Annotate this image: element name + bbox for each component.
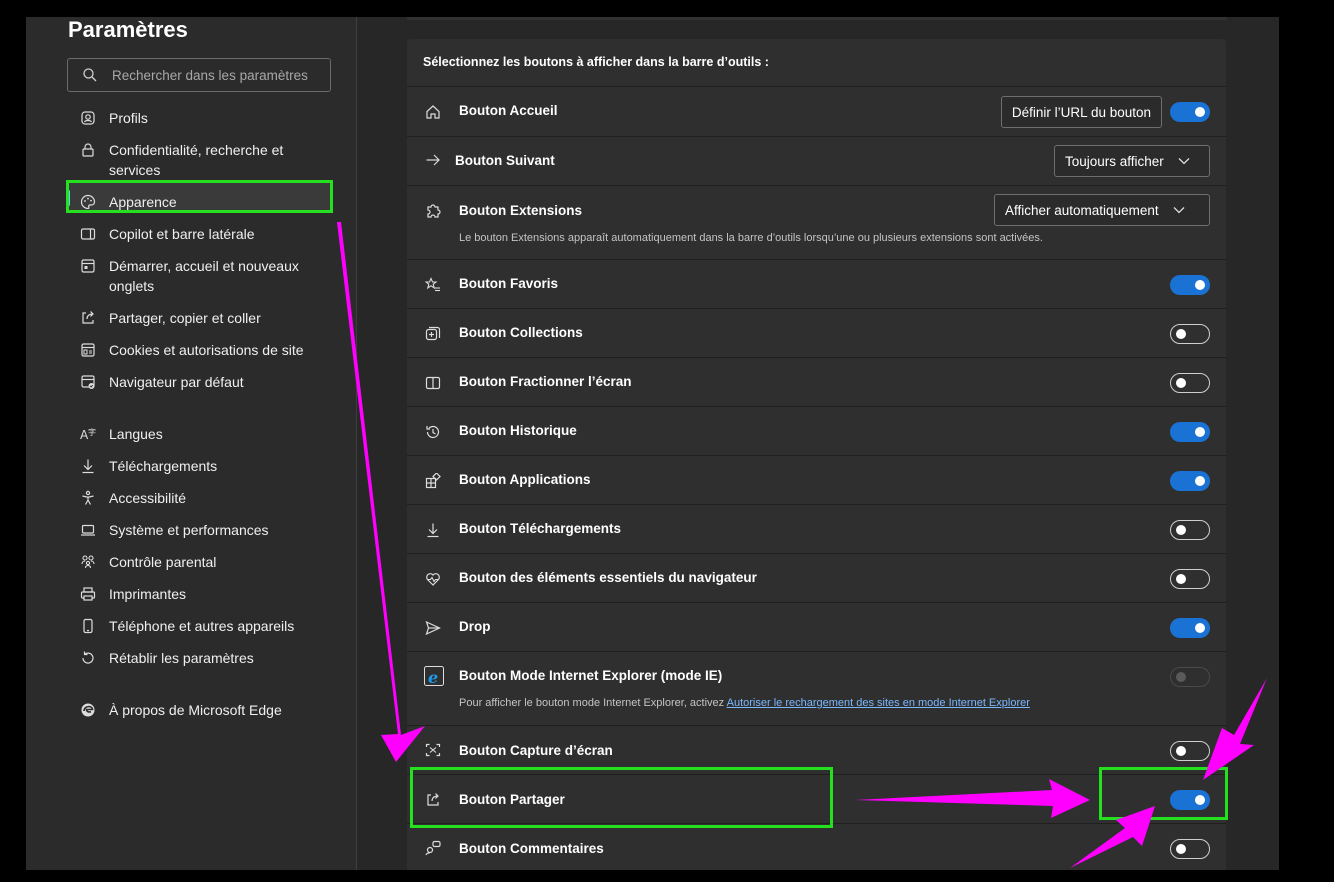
extensions-button-dropdown[interactable]: Afficher automatiquement (994, 194, 1210, 226)
previous-section-edge (407, 17, 1227, 20)
row-bouton-commentaires: Bouton Commentaires (407, 823, 1226, 870)
arrow-right-icon (424, 151, 442, 169)
svg-text:字: 字 (88, 427, 96, 437)
star-list-icon (424, 276, 442, 294)
heart-pulse-icon (424, 570, 442, 588)
nav-item-controle-parental[interactable]: Contrôle parental (79, 552, 309, 572)
toggle-bouton-applications[interactable] (1170, 471, 1210, 491)
settings-main: Sélectionnez les boutons à afficher dans… (357, 17, 1279, 870)
send-icon (424, 619, 442, 637)
download-icon (424, 521, 442, 539)
nav-item-demarrer[interactable]: Démarrer, accueil et nouveaux onglets (79, 256, 309, 296)
chevron-down-icon (1173, 207, 1185, 214)
toggle-bouton-favoris[interactable] (1170, 275, 1210, 295)
allow-ie-reload-link[interactable]: Autoriser le rechargement des sites en m… (727, 697, 1030, 709)
toggle-bouton-essentiels[interactable] (1170, 569, 1210, 589)
toggle-bouton-accueil[interactable] (1170, 102, 1210, 122)
nav-item-partager[interactable]: Partager, copier et coller (79, 308, 309, 328)
nav-item-imprimantes[interactable]: Imprimantes (79, 584, 309, 604)
search-icon (83, 68, 97, 82)
reset-icon (79, 648, 97, 668)
nav-item-copilot[interactable]: Copilot et barre latérale (79, 224, 309, 244)
nav-item-cookies[interactable]: Cookies et autorisations de site (79, 340, 309, 360)
toolbar-buttons-panel: Sélectionnez les boutons à afficher dans… (407, 39, 1226, 870)
highlight-box-bouton-partager (410, 767, 833, 828)
default-browser-icon (79, 372, 97, 392)
nav-item-navigateur-defaut[interactable]: Navigateur par défaut (79, 372, 309, 392)
row-bouton-collections: Bouton Collections (407, 308, 1226, 357)
next-button-dropdown[interactable]: Toujours afficher (1054, 145, 1210, 177)
family-icon (79, 552, 97, 572)
toggle-bouton-mode-ie (1170, 667, 1210, 687)
nav-item-profils[interactable]: Profils (79, 108, 309, 128)
collections-icon (424, 325, 442, 343)
puzzle-icon (424, 202, 442, 220)
toggle-drop[interactable] (1170, 618, 1210, 638)
feedback-icon (424, 839, 442, 857)
set-button-url-button[interactable]: Définir l’URL du bouton (1000, 96, 1162, 128)
row-bouton-telechargements: Bouton Téléchargements (407, 504, 1226, 553)
nav-item-accessibilite[interactable]: Accessibilité (79, 488, 309, 508)
cookie-icon (79, 340, 97, 360)
nav-item-confidentialite[interactable]: Confidentialité, recherche et services (79, 140, 309, 180)
nav-item-a-propos[interactable]: À propos de Microsoft Edge (79, 700, 309, 720)
printer-icon (79, 584, 97, 604)
toggle-bouton-capture[interactable] (1170, 741, 1210, 761)
nav-item-systeme[interactable]: Système et performances (79, 520, 309, 540)
download-icon (79, 456, 97, 476)
row-bouton-accueil: Bouton Accueil Définir l’URL du bouton (407, 86, 1226, 136)
toggle-bouton-collections[interactable] (1170, 324, 1210, 344)
toggle-bouton-commentaires[interactable] (1170, 839, 1210, 859)
row-bouton-favoris: Bouton Favoris (407, 259, 1226, 308)
language-icon: A字 (79, 424, 97, 444)
nav-item-telephone[interactable]: Téléphone et autres appareils (79, 616, 309, 636)
toggle-bouton-historique[interactable] (1170, 422, 1210, 442)
row-bouton-fractionner: Bouton Fractionner l’écran (407, 357, 1226, 406)
settings-title: Paramètres (68, 17, 188, 42)
row-bouton-historique: Bouton Historique (407, 406, 1226, 455)
accessibility-icon (79, 488, 97, 508)
share-icon (79, 308, 97, 328)
screenshot-icon (424, 741, 442, 759)
ie-icon: e (424, 666, 444, 686)
sidebar-icon (79, 224, 97, 244)
highlight-box-partager-toggle (1099, 767, 1228, 820)
settings-sidebar: Paramètres Rechercher dans les paramètre… (26, 17, 356, 870)
chevron-down-icon (1178, 158, 1190, 165)
history-icon (424, 423, 442, 441)
toggle-bouton-telechargements[interactable] (1170, 520, 1210, 540)
nav-item-retablir[interactable]: Rétablir les paramètres (79, 648, 309, 668)
search-input[interactable]: Rechercher dans les paramètres (112, 68, 308, 83)
nav-item-langues[interactable]: A字 Langues (79, 424, 309, 444)
section-title: Sélectionnez les boutons à afficher dans… (423, 55, 769, 69)
profile-icon (79, 108, 97, 128)
row-bouton-extensions: Bouton Extensions Le bouton Extensions a… (407, 185, 1226, 259)
toggle-bouton-fractionner[interactable] (1170, 373, 1210, 393)
new-tab-icon (79, 256, 97, 276)
split-screen-icon (424, 374, 442, 392)
highlight-box-apparence (66, 180, 333, 213)
lock-icon (79, 140, 97, 160)
row-bouton-mode-ie: e Bouton Mode Internet Explorer (mode IE… (407, 651, 1226, 725)
laptop-icon (79, 520, 97, 540)
row-bouton-suivant: Bouton Suivant Toujours afficher (407, 136, 1226, 185)
nav-item-telechargements[interactable]: Téléchargements (79, 456, 309, 476)
row-drop: Drop (407, 602, 1226, 651)
phone-icon (79, 616, 97, 636)
edge-icon (79, 700, 97, 720)
row-bouton-applications: Bouton Applications (407, 455, 1226, 504)
svg-text:e: e (428, 668, 438, 686)
home-icon (424, 103, 442, 121)
apps-icon (424, 472, 442, 490)
row-bouton-essentiels: Bouton des éléments essentiels du naviga… (407, 553, 1226, 602)
settings-search-box[interactable]: Rechercher dans les paramètres (67, 58, 331, 92)
